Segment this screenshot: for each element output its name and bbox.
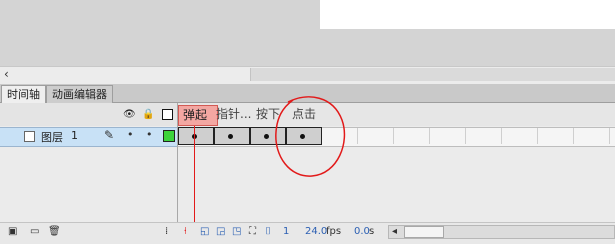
lock-dot[interactable]: • [146, 128, 153, 141]
frame-label-over[interactable]: 指针... [216, 105, 251, 124]
center-frame-icon[interactable]: ◱ [200, 226, 209, 238]
scrollbar-thumb[interactable] [250, 68, 615, 81]
frame-cell[interactable] [394, 128, 430, 144]
frame-cell[interactable] [502, 128, 538, 144]
visibility-dot[interactable]: • [127, 128, 134, 141]
layer-name[interactable]: 图层 [41, 129, 63, 145]
layer-color-swatch[interactable] [163, 130, 175, 142]
new-layer-icon[interactable]: ▣ [8, 226, 17, 238]
current-frame[interactable]: 1 [283, 226, 289, 238]
tab-motion-editor[interactable]: 动画编辑器 [46, 85, 113, 103]
playhead[interactable] [194, 126, 195, 236]
eye-icon[interactable]: 👁 [123, 109, 136, 121]
tab-timeline[interactable]: 时间轴 [1, 85, 46, 103]
lock-icon[interactable]: 🔒 [142, 109, 154, 121]
frame-cell[interactable] [574, 128, 610, 144]
keyframe-over[interactable] [214, 127, 250, 145]
onion-skin-icon[interactable]: ◲ [216, 226, 225, 238]
onion-outline-icon[interactable]: ◳ [232, 226, 241, 238]
edit-multiple-icon[interactable]: ⛶ [249, 226, 256, 238]
fps-unit: fps [326, 226, 342, 237]
scroll-left-icon[interactable]: ◂ [392, 226, 397, 238]
time-unit: s [369, 226, 375, 237]
layer-icon [24, 131, 35, 142]
elapsed-time[interactable]: 0.0 [354, 226, 370, 238]
playhead-marker-icon: ⍿ [184, 226, 187, 237]
scroll-left-icon[interactable]: ‹ [4, 68, 16, 81]
onion-markers-icon[interactable]: ⌷ [265, 226, 271, 238]
frame-cell[interactable] [538, 128, 574, 144]
stage-canvas [320, 0, 615, 29]
new-folder-icon[interactable]: ▭ [30, 226, 39, 238]
outline-icon[interactable] [162, 109, 173, 120]
keyframe-up[interactable] [178, 127, 214, 145]
timeline-scrollbar-thumb[interactable] [404, 226, 444, 238]
resize-handle-icon[interactable]: ⁞ [165, 226, 168, 238]
frame-cell[interactable] [430, 128, 466, 144]
delete-icon[interactable]: 🗑 [48, 226, 61, 238]
frame-rate[interactable]: 24.0 [305, 226, 327, 238]
frame-label-up[interactable]: 弹起 [178, 105, 218, 126]
pencil-icon: ✎ [104, 128, 115, 142]
frame-cell[interactable] [358, 128, 394, 144]
frame-cell[interactable] [466, 128, 502, 144]
layer-number: 1 [71, 129, 78, 142]
annotation-circle [275, 96, 346, 177]
